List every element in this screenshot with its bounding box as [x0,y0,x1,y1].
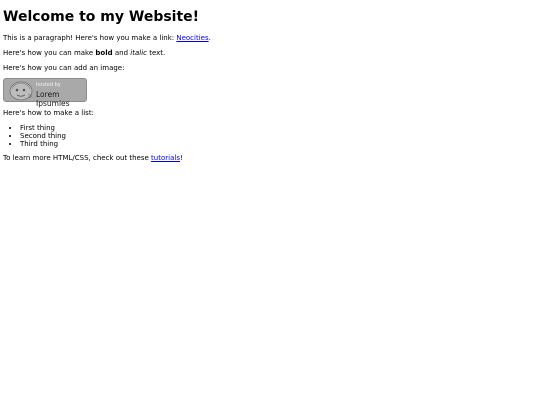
italic-text: italic [130,49,147,57]
list-caption: Here's how to make a list: [3,109,94,117]
tutorials-link[interactable]: tutorials [151,154,180,162]
footer-text-end: ! [179,154,183,162]
intro-paragraph: This is a paragraph! Here's how you make… [3,34,533,43]
bullet-list: First thing Second thing Third thing [3,124,533,148]
badge-brand-text: Lorem Ipsumies [36,90,70,108]
list-item: Second thing [20,132,533,140]
list-item: Third thing [20,140,533,148]
hosted-by-badge-image: hosted by Lorem Ipsumies [3,78,87,108]
formatting-paragraph: Here's how you can make bold and italic … [3,49,533,58]
neocities-link[interactable]: Neocities [176,34,208,42]
formatting-text: Here's how you can make [3,49,96,57]
page-content: Welcome to my Website! This is a paragra… [3,0,533,163]
footer-text: To learn more HTML/CSS, check out these [3,154,152,162]
bold-text: bold [95,49,113,57]
badge-small-text: hosted by [36,82,61,88]
formatting-text-end: text. [146,49,166,57]
intro-text-end: . [208,34,211,42]
robot-head-icon [9,81,33,101]
image-caption: Here's how you can add an image: [3,64,125,72]
list-item: First thing [20,124,533,132]
intro-text: This is a paragraph! Here's how you make… [3,34,177,42]
footer-paragraph: To learn more HTML/CSS, check out these … [3,154,533,163]
formatting-text-middle: and [112,49,131,57]
page-title: Welcome to my Website! [3,9,200,25]
